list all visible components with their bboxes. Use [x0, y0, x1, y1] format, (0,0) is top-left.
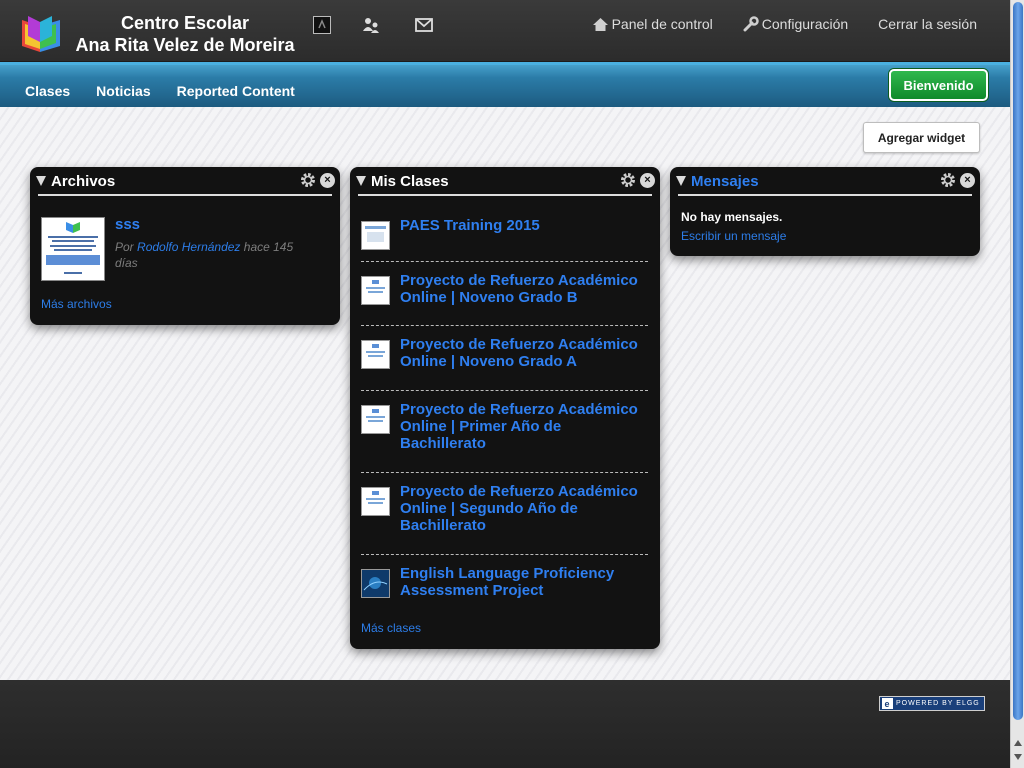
dashboard-label: Panel de control: [611, 16, 713, 32]
logout-label: Cerrar la sesión: [878, 16, 977, 32]
widget-title: Archivos: [51, 173, 116, 190]
widget-header: Mis Clases ×: [356, 167, 655, 196]
widget-header: Archivos ×: [36, 167, 335, 196]
class-name-link[interactable]: English Language Proficiency Assessment …: [400, 565, 650, 599]
page-footer: [0, 680, 1010, 768]
collapse-toggle-icon[interactable]: [676, 176, 686, 186]
class-name-link[interactable]: Proyecto de Refuerzo Académico Online | …: [400, 272, 650, 306]
write-message-link[interactable]: Escribir un mensaje: [681, 229, 786, 243]
divider: [361, 325, 648, 326]
close-icon[interactable]: ×: [320, 173, 335, 188]
elgg-e-icon: e: [882, 698, 893, 709]
class-name-link[interactable]: Proyecto de Refuerzo Académico Online | …: [400, 336, 650, 370]
divider: [361, 261, 648, 262]
class-thumbnail[interactable]: [361, 340, 390, 369]
site-logo-icon[interactable]: [18, 12, 64, 56]
close-icon[interactable]: ×: [960, 173, 975, 188]
classes-widget: Mis Clases × PAES Training 2015 Proyecto…: [350, 167, 660, 649]
nav-item-reported-content[interactable]: Reported Content: [164, 83, 308, 99]
add-widget-button[interactable]: Agregar widget: [863, 122, 980, 153]
by-label: Por: [115, 240, 134, 254]
collapse-toggle-icon[interactable]: [36, 176, 46, 186]
wrench-icon: [743, 16, 759, 32]
dashboard-link[interactable]: Panel de control: [592, 16, 713, 32]
gear-icon[interactable]: [299, 171, 317, 189]
powered-by-elgg-badge[interactable]: e POWERED BY ELGG: [879, 696, 985, 711]
author-link[interactable]: Rodolfo Hernández: [137, 240, 240, 254]
widget-header: Mensajes ×: [676, 167, 975, 196]
settings-link[interactable]: Configuración: [743, 16, 848, 32]
class-thumbnail[interactable]: [361, 569, 390, 598]
class-thumbnail[interactable]: [361, 221, 390, 250]
class-thumbnail[interactable]: [361, 276, 390, 305]
friends-icon[interactable]: [361, 15, 381, 35]
widget-title-link[interactable]: Mensajes: [691, 173, 759, 190]
divider: [361, 472, 648, 473]
gear-icon[interactable]: [939, 171, 957, 189]
class-thumbnail[interactable]: [361, 487, 390, 516]
settings-label: Configuración: [761, 16, 849, 32]
scroll-down-arrow-icon[interactable]: [1014, 754, 1022, 760]
collapse-toggle-icon[interactable]: [356, 176, 366, 186]
more-files-link[interactable]: Más archivos: [41, 297, 112, 311]
gear-icon[interactable]: [619, 171, 637, 189]
more-classes-link[interactable]: Más clases: [361, 621, 421, 635]
mail-icon[interactable]: [414, 15, 434, 35]
divider: [361, 554, 648, 555]
home-icon: [592, 17, 608, 31]
list-item[interactable]: Proyecto de Refuerzo Académico Online | …: [361, 272, 648, 308]
vertical-scrollbar[interactable]: [1010, 0, 1024, 768]
top-header: Centro Escolar Ana Rita Velez de Moreira…: [0, 0, 1010, 62]
messages-widget: Mensajes × No hay mensajes. Escribir un …: [670, 167, 980, 256]
logout-link[interactable]: Cerrar la sesión: [878, 16, 977, 32]
file-meta: Por Rodolfo Hernández hace 145 días: [115, 239, 315, 271]
no-messages-text: No hay mensajes.: [681, 210, 783, 224]
class-name-link[interactable]: Proyecto de Refuerzo Académico Online | …: [400, 401, 650, 452]
class-thumbnail[interactable]: [361, 405, 390, 434]
site-title-line1: Centro Escolar: [120, 13, 250, 33]
site-title-line2: Ana Rita Velez de Moreira: [75, 35, 295, 55]
file-title-link[interactable]: sss: [115, 216, 140, 233]
class-name-link[interactable]: PAES Training 2015: [400, 217, 650, 234]
nav-item-clases[interactable]: Clases: [12, 83, 83, 99]
powered-by-label: POWERED BY ELGG: [896, 700, 980, 707]
scroll-up-arrow-icon[interactable]: [1014, 740, 1022, 746]
list-item[interactable]: English Language Proficiency Assessment …: [361, 565, 648, 601]
list-item[interactable]: Proyecto de Refuerzo Académico Online | …: [361, 483, 648, 535]
divider: [361, 390, 648, 391]
welcome-button[interactable]: Bienvenido: [889, 69, 988, 101]
list-item[interactable]: PAES Training 2015: [361, 217, 650, 250]
main-nav: Clases Noticias Reported Content Bienven…: [0, 62, 1010, 107]
scrollbar-thumb[interactable]: [1013, 2, 1023, 720]
files-widget: Archivos × sss Por Rodolfo Hernández hac…: [30, 167, 340, 325]
list-item[interactable]: Proyecto de Refuerzo Académico Online | …: [361, 401, 648, 453]
file-thumbnail[interactable]: [41, 217, 105, 281]
elgg-logo-icon[interactable]: [312, 15, 332, 35]
dashboard-content: Agregar widget Archivos × sss Por Rodolf: [0, 107, 1010, 680]
widget-title: Mis Clases: [371, 173, 449, 190]
list-item[interactable]: Proyecto de Refuerzo Académico Online | …: [361, 336, 648, 372]
nav-item-noticias[interactable]: Noticias: [83, 83, 163, 99]
class-name-link[interactable]: Proyecto de Refuerzo Académico Online | …: [400, 483, 650, 534]
close-icon[interactable]: ×: [640, 173, 655, 188]
site-title[interactable]: Centro Escolar Ana Rita Velez de Moreira: [72, 12, 298, 56]
